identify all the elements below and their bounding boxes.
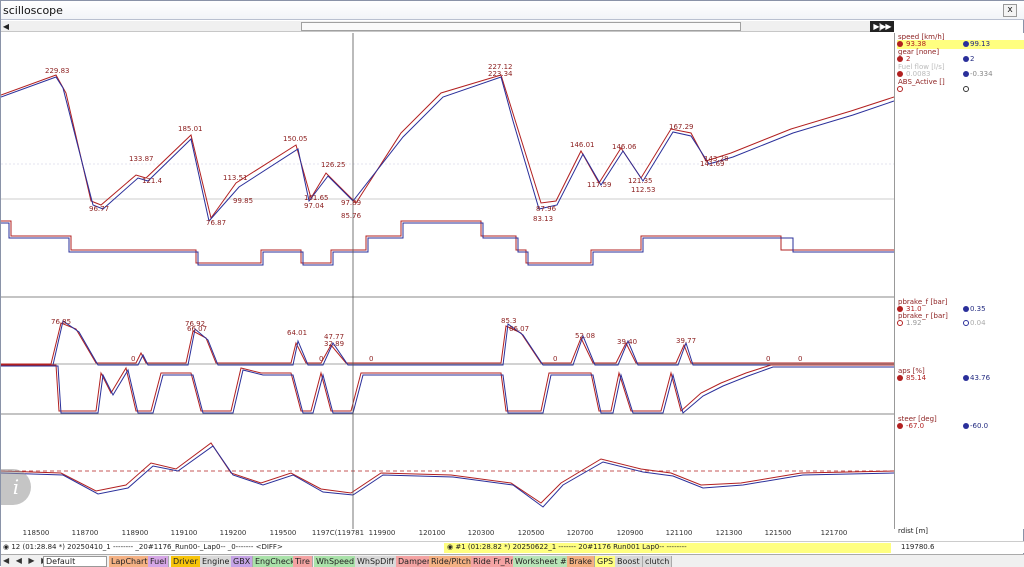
speed-label: 167.29 (669, 123, 694, 131)
speed-label: 121.35 (628, 177, 653, 185)
oscilloscope-window: scilloscope x ◀ ▶|▶▶ 229.83 133.87 121.4… (0, 0, 1024, 567)
tab-lapchart[interactable]: LapChart (109, 556, 151, 567)
brake-label: 0 (369, 355, 373, 363)
brake-label: 64.01 (287, 329, 307, 337)
tab-gbx[interactable]: GBX (231, 556, 254, 567)
x-axis: 118500 118700 118900 119100 119200 11950… (1, 529, 894, 541)
speed-label: 126.25 (321, 161, 346, 169)
brake-label: 39.77 (676, 337, 696, 345)
speed-label: 101.65 (304, 194, 329, 202)
x-tick-label: 118500 (22, 529, 50, 537)
speed-label: 146.06 (612, 143, 637, 151)
brake-label: 0 (319, 355, 323, 363)
x-tick-label: 119100 (170, 529, 198, 537)
brake-label: 0 (553, 355, 557, 363)
tab-whspdiff[interactable]: WhSpDiff (355, 556, 398, 567)
speed-label: 76.87 (206, 219, 226, 227)
steer-trace-a (1, 442, 894, 504)
tab-damper[interactable]: Damper (396, 556, 434, 567)
brake-label: 66.07 (187, 325, 207, 333)
scroll-end-buttons[interactable]: ▶|▶▶ (870, 21, 894, 32)
status-bar: ◉ 12 (01:28.84 *) 20250410_1 -------- _2… (1, 541, 1024, 553)
tab-fuel[interactable]: Fuel (148, 556, 170, 567)
speed-label: 141.69 (700, 160, 725, 168)
legend-panel: speed [km/h] 93.38 99.13 gear [none] 2 2… (894, 33, 1024, 535)
brake-label: 76.85 (51, 318, 71, 326)
speed-label: 117.59 (587, 181, 612, 189)
speed-trace-b (1, 76, 894, 223)
x-tick-label: 118900 (121, 529, 149, 537)
horizontal-scrollbar[interactable]: ◀ ▶|▶▶ (1, 21, 894, 32)
window-title: scilloscope (3, 4, 63, 17)
speed-label: 97.04 (304, 202, 325, 210)
speed-label: 96.77 (89, 205, 109, 213)
tab-boost[interactable]: Boost (615, 556, 643, 567)
speed-label: 85.76 (341, 212, 362, 220)
tab-driver[interactable]: Driver (171, 556, 201, 567)
brake-label: 39.40 (617, 338, 637, 346)
tab-tire[interactable]: Tire (293, 556, 313, 567)
tab-brake[interactable]: Brake (567, 556, 595, 567)
title-bar: scilloscope x (1, 1, 1024, 20)
speed-label: 146.01 (570, 141, 595, 149)
worksheet-select[interactable]: Default (43, 556, 107, 567)
status-reference-lap[interactable]: ◉ 12 (01:28.84 *) 20250410_1 -------- _2… (3, 543, 283, 551)
tab-engcheck[interactable]: EngCheck (253, 556, 298, 567)
x-tick-label: 119200 (219, 529, 247, 537)
legend-abs-row[interactable] (897, 85, 1024, 94)
brake-label: 32.89 (324, 340, 344, 348)
x-tick-label: 121700 (820, 529, 848, 537)
x-tick-label: 120100 (418, 529, 446, 537)
close-button[interactable]: x (1003, 4, 1017, 17)
status-rdist-value: 119780.6 (901, 543, 935, 551)
speed-label: 99.85 (233, 197, 253, 205)
speed-label: 133.87 (129, 155, 154, 163)
brake-label: 52.08 (575, 332, 595, 340)
x-tick-label: 118700 (71, 529, 99, 537)
gear-trace-a (1, 220, 894, 264)
x-tick-label: 121100 (665, 529, 693, 537)
speed-label: 121.4 (142, 177, 163, 185)
tab-whspeed[interactable]: WhSpeed (314, 556, 358, 567)
tab-ride-fr-rr[interactable]: Ride Fr_Rr (471, 556, 517, 567)
tab-worksheet-1[interactable]: Worksheet #1 (513, 556, 575, 567)
speed-label: 185.01 (178, 125, 203, 133)
x-tick-label: 120700 (566, 529, 594, 537)
brake-label: 0 (798, 355, 802, 363)
plot-area[interactable]: 229.83 133.87 121.4 185.01 113.51 99.85 … (1, 33, 894, 529)
speed-label: 229.83 (45, 67, 70, 75)
gear-trace-b (1, 222, 894, 266)
brake-label: 0 (131, 355, 135, 363)
x-tick-label: 120300 (467, 529, 495, 537)
tab-engine[interactable]: Engine (200, 556, 233, 567)
x-tick-label: 119500 (269, 529, 297, 537)
legend-pbr-row[interactable]: 1.92 0.04 (897, 319, 1024, 328)
brake-label: 0 (766, 355, 770, 363)
speed-label: 112.53 (631, 186, 656, 194)
x-tick-label: 120500 (517, 529, 545, 537)
scroll-thumb[interactable] (301, 22, 741, 31)
worksheet-tab-bar: ◀ ◀ ▶ ▶ Default LapChart Fuel Driver Eng… (1, 554, 1024, 567)
tab-clutch[interactable]: clutch (643, 556, 673, 567)
x-tick-label: 119900 (368, 529, 396, 537)
x-tick-label: 121500 (764, 529, 792, 537)
speed-label: 97.89 (341, 199, 361, 207)
tab-ride-pitch[interactable]: Ride/Pitch (429, 556, 474, 567)
brake-label: 85.3 (501, 317, 517, 325)
speed-label: 223.34 (488, 70, 513, 78)
speed-label: 87.96 (536, 205, 557, 213)
speed-label: 150.05 (283, 135, 308, 143)
scroll-left-icon[interactable]: ◀ (1, 21, 11, 32)
legend-steer-row[interactable]: -67.0 -60.0 (897, 422, 1024, 431)
tab-gps[interactable]: GPS (595, 556, 617, 567)
x-tick-label: 1197C(119781 (311, 529, 365, 537)
legend-rdist-title: rdist [m] (898, 527, 929, 535)
status-current-lap[interactable]: ◉ #1 (01:28.82 *) 20250622_1 ------- 20#… (444, 543, 891, 553)
speed-label: 113.51 (223, 174, 248, 182)
brake-label: 66.07 (509, 325, 529, 333)
legend-aps-row[interactable]: 85.14 43.76 (897, 374, 1024, 383)
x-tick-label: 121300 (715, 529, 743, 537)
x-tick-label: 120900 (616, 529, 644, 537)
speed-label: 83.13 (533, 215, 553, 223)
